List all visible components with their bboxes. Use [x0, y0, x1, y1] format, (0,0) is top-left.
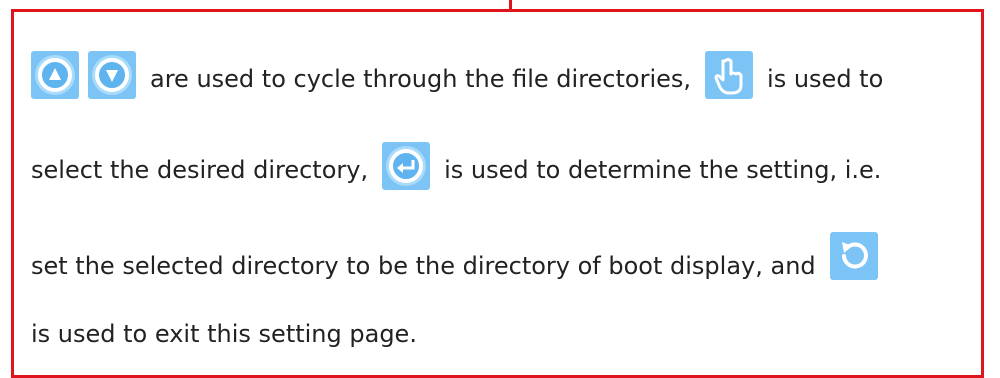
- paragraph-line-4: is used to exit this setting page.: [31, 319, 417, 349]
- instruction-panel: are used to cycle through the file direc…: [0, 0, 1000, 378]
- paragraph-line-3: set the selected directory to be the dir…: [31, 232, 878, 281]
- line-1-text: are used to cycle through the file direc…: [150, 65, 692, 93]
- line-2-tail-text: is used to determine the setting, i.e.: [444, 156, 882, 184]
- hand-pointer-icon: [705, 51, 754, 99]
- enter-icon: [382, 142, 431, 190]
- return-icon: [829, 232, 878, 280]
- paragraph-line-1: are used to cycle through the file direc…: [31, 51, 883, 99]
- line-1-tail-text: is used to: [767, 65, 884, 93]
- line-3-text: set the selected directory to be the dir…: [31, 252, 816, 280]
- paragraph-line-2: select the desired directory, is used to…: [31, 142, 881, 190]
- line-2-head-text: select the desired directory,: [31, 156, 369, 184]
- line-4-text: is used to exit this setting page.: [31, 320, 417, 348]
- up-arrow-icon: [31, 51, 79, 99]
- down-arrow-icon: [88, 51, 136, 99]
